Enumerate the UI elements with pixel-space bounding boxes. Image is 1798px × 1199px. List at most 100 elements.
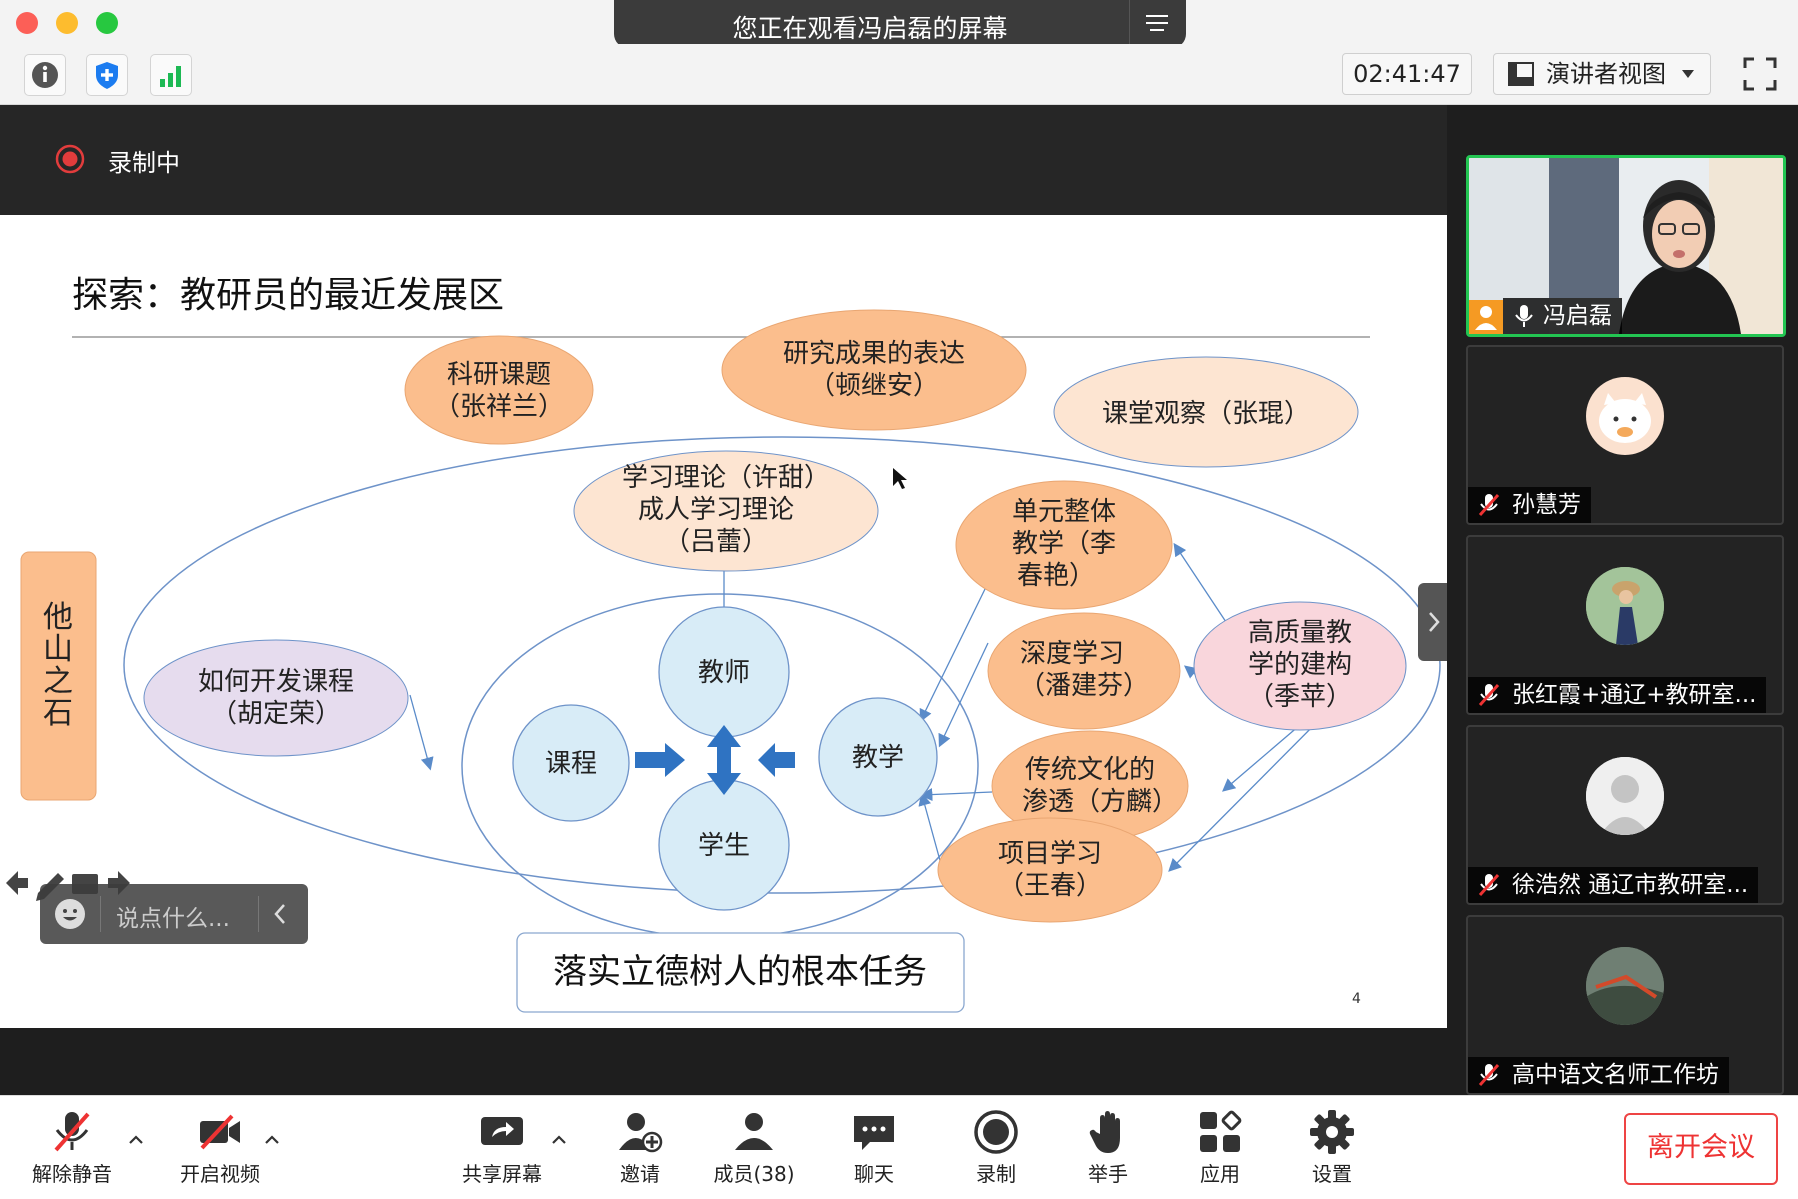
svg-text:如何开发课程: 如何开发课程 (198, 667, 354, 697)
default-avatar-icon (1586, 757, 1664, 835)
security-button[interactable] (86, 54, 128, 96)
svg-text:成人学习理论: 成人学习理论 (638, 495, 794, 525)
gear-icon (1310, 1110, 1354, 1154)
fullscreen-icon[interactable] (1742, 56, 1778, 92)
participant-tile[interactable]: 高中语文名师工作坊 (1466, 915, 1784, 1095)
landscape-avatar-icon (1586, 947, 1664, 1025)
shield-icon (96, 62, 118, 89)
svg-text:教学（李: 教学（李 (1012, 529, 1116, 559)
info-button[interactable] (24, 54, 66, 96)
svg-text:研究成果的表达: 研究成果的表达 (783, 339, 965, 369)
side-label-text: 他山之石 (43, 600, 73, 731)
mic-icon (1515, 305, 1533, 327)
svg-text:渗透（方麟）: 渗透（方麟） (1022, 787, 1178, 817)
chevron-left-icon[interactable] (272, 902, 288, 926)
participant-tile-active[interactable]: 冯启磊 (1466, 155, 1786, 337)
emoji-icon[interactable] (54, 898, 86, 930)
chat-icon (854, 1116, 894, 1150)
chat-input-pill[interactable]: 说点什么... (40, 884, 308, 944)
share-screen-button[interactable]: 共享屏幕 (450, 1096, 554, 1199)
collapse-sidebar-button[interactable] (1418, 583, 1450, 661)
core-course: 课程 (512, 704, 630, 822)
svg-text:（顿继安）: （顿继安） (809, 371, 939, 401)
arrow-quality-unit (1173, 542, 1229, 626)
leave-meeting-button[interactable]: 离开会议 (1624, 1113, 1778, 1185)
node-project-learning: 项目学习 （王春） (937, 817, 1163, 923)
caret-up-icon[interactable] (551, 1132, 567, 1148)
avatar (1586, 377, 1664, 455)
svg-text:（张祥兰）: （张祥兰） (434, 392, 564, 422)
participant-tile[interactable]: 孙慧芳 (1466, 345, 1784, 525)
minimize-window-button[interactable] (56, 12, 78, 34)
raise-hand-button[interactable]: 举手 (1058, 1096, 1158, 1199)
svg-text:教学: 教学 (852, 743, 904, 773)
share-banner: 您正在观看冯启磊的屏幕 (614, 0, 1186, 48)
side-label-box: 他山之石 (20, 551, 97, 801)
record-button[interactable]: 录制 (946, 1096, 1046, 1199)
arrow-unit-teaching (919, 586, 987, 723)
arrow-culture-teaching (919, 788, 993, 802)
caret-up-icon[interactable] (264, 1132, 280, 1148)
prev-slide-icon[interactable] (6, 871, 28, 895)
svg-text:学生: 学生 (698, 831, 750, 861)
page-number: 4 (1352, 991, 1361, 1007)
svg-text:（季苹）: （季苹） (1248, 682, 1352, 712)
users-icon (735, 1113, 773, 1150)
unmute-button[interactable]: 解除静音 (20, 1096, 124, 1199)
svg-text:传统文化的: 传统文化的 (1025, 755, 1155, 785)
recording-icon (55, 144, 85, 174)
svg-text:（胡定荣）: （胡定荣） (211, 699, 341, 729)
node-classroom-observation: 课堂观察（张琨） (1053, 356, 1359, 468)
svg-text:课程: 课程 (545, 749, 597, 779)
svg-text:学的建构: 学的建构 (1248, 650, 1352, 680)
arrow-left-shape (758, 743, 795, 777)
svg-text:高质量教: 高质量教 (1248, 618, 1352, 648)
meeting-toolbar: 02:41:47 演讲者视图 (0, 44, 1798, 105)
node-learning-theory: 学习理论（许甜） 成人学习理论 （吕蕾） (573, 450, 879, 572)
core-student: 学生 (658, 779, 790, 911)
chat-button[interactable]: 聊天 (824, 1096, 924, 1199)
meeting-controls: 解除静音 开启视频 共享屏幕 邀请 成员(38) 聊天 录制 举手 应用 设置 … (0, 1095, 1798, 1199)
mouse-cursor-icon (893, 468, 907, 489)
participant-tile[interactable]: 徐浩然 通辽市教研室... (1466, 725, 1784, 905)
invite-button[interactable]: 邀请 (590, 1096, 690, 1199)
node-unit-teaching: 单元整体 教学（李 春艳） (955, 480, 1173, 610)
menu-icon[interactable] (1129, 0, 1186, 48)
mic-muted-icon (1478, 873, 1500, 897)
start-video-button[interactable]: 开启视频 (168, 1096, 272, 1199)
caret-down-icon (1682, 70, 1694, 78)
participant-name: 孙慧芳 (1468, 487, 1591, 523)
close-window-button[interactable] (16, 12, 38, 34)
svg-text:落实立德树人的根本任务: 落实立德树人的根本任务 (553, 952, 927, 992)
node-research-topic: 科研课题 （张祥兰） (404, 335, 594, 445)
svg-text:（王春）: （王春） (998, 871, 1102, 901)
svg-text:深度学习: 深度学习 (1020, 639, 1124, 669)
mic-muted-icon (54, 1112, 90, 1152)
footer-box: 落实立德树人的根本任务 (516, 932, 965, 1013)
settings-button[interactable]: 设置 (1282, 1096, 1382, 1199)
apps-button[interactable]: 应用 (1170, 1096, 1270, 1199)
svg-text:（潘建芬）: （潘建芬） (1019, 671, 1149, 701)
host-badge (1469, 300, 1503, 334)
svg-text:（吕蕾）: （吕蕾） (664, 527, 768, 557)
speaker-view-dropdown[interactable]: 演讲者视图 (1493, 53, 1711, 95)
participant-name: 高中语文名师工作坊 (1468, 1057, 1729, 1093)
participant-tile[interactable]: 张红霞+通辽+教研室... (1466, 535, 1784, 715)
svg-text:单元整体: 单元整体 (1012, 497, 1116, 527)
members-button[interactable]: 成员(38) (702, 1096, 806, 1199)
add-user-icon (619, 1113, 663, 1153)
signal-icon (160, 66, 181, 87)
svg-text:课堂观察（张琨）: 课堂观察（张琨） (1102, 399, 1310, 429)
mic-muted-icon (1478, 1063, 1500, 1087)
info-icon (32, 62, 58, 88)
caret-up-icon[interactable] (128, 1132, 144, 1148)
photo-avatar-icon (1586, 567, 1664, 645)
view-label: 演讲者视图 (1546, 60, 1666, 88)
maximize-window-button[interactable] (96, 12, 118, 34)
network-status-button[interactable] (150, 54, 192, 96)
share-banner-text: 您正在观看冯启磊的屏幕 (732, 14, 1008, 43)
core-teaching: 教学 (818, 697, 938, 817)
node-research-expression: 研究成果的表达 （顿继安） (721, 309, 1027, 431)
hand-icon (1089, 1111, 1120, 1153)
chat-placeholder[interactable]: 说点什么... (116, 899, 230, 933)
